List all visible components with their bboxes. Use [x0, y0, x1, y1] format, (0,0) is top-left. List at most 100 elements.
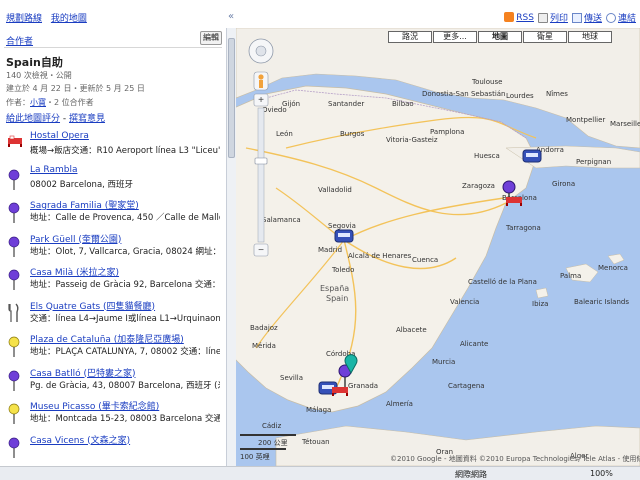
- place-description: 地址：Montcada 15-23, 08003 Barcelona 交通：lí…: [30, 414, 220, 424]
- map-marker-bed-icon[interactable]: [506, 194, 522, 209]
- map-label: Sevilla: [280, 374, 304, 382]
- place-description: 地址：Calle de Provenca, 450 ／Calle de Mall…: [30, 213, 220, 223]
- send-label: 傳送: [583, 14, 602, 24]
- scrollbar-thumb[interactable]: [228, 38, 235, 158]
- place-name-link[interactable]: Casa Vicens (文森之家): [30, 433, 130, 446]
- collapse-panel-button[interactable]: «: [228, 11, 234, 22]
- map-label: Toulouse: [472, 78, 503, 86]
- zoom-in-button[interactable]: +: [253, 93, 269, 107]
- map-tab-0[interactable]: 路況: [388, 31, 432, 43]
- svg-text:+: +: [258, 95, 264, 106]
- write-comment-link[interactable]: 撰寫意見: [69, 114, 105, 124]
- map-marker-transport-icon-icon[interactable]: [334, 228, 354, 247]
- place-list-item[interactable]: Park Güell (奎爾公園) 地址：Olot, 7, Vallcarca, …: [0, 232, 226, 264]
- map-label: Málaga: [306, 406, 332, 414]
- zoom-slider[interactable]: [254, 107, 268, 243]
- map-label: Valladolid: [318, 186, 352, 194]
- panel-divider: [4, 47, 222, 48]
- place-name-link[interactable]: Sagrada Familia (聖家堂): [30, 198, 139, 211]
- author-link[interactable]: 小寶: [30, 98, 46, 107]
- svg-text:−: −: [258, 245, 264, 256]
- place-list-item[interactable]: Casa Vicens (文森之家): [0, 433, 226, 465]
- map-marker-teal-pin-icon[interactable]: [344, 354, 358, 377]
- map-label: Badajoz: [250, 324, 278, 332]
- map-label: Ibiza: [532, 300, 549, 308]
- map-marker-transport-icon-icon[interactable]: [522, 148, 542, 167]
- map-label: Cuenca: [412, 256, 439, 264]
- place-name-link[interactable]: Hostal Opera: [30, 131, 89, 141]
- map-label: Pamplona: [430, 128, 465, 136]
- ibiza-island: [535, 287, 549, 299]
- map-label: Mérida: [252, 342, 276, 350]
- pin-yellow-icon: [8, 403, 20, 425]
- rss-link[interactable]: RSS: [504, 12, 534, 23]
- rate-separator: -: [60, 114, 69, 124]
- map-label: Madrid: [318, 246, 343, 254]
- place-list-item[interactable]: Casa Batlló (巴特婁之家) Pg. de Gràcia, 43, 08…: [0, 366, 226, 398]
- map-tab-4[interactable]: 地球: [568, 31, 612, 43]
- place-list-item[interactable]: Sagrada Familia (聖家堂) 地址：Calle de Provenc…: [0, 198, 226, 230]
- edit-button[interactable]: 編輯: [200, 31, 222, 45]
- place-list-item[interactable]: Museu Picasso (畢卡索紀念館) 地址：Montcada 15-23,…: [0, 399, 226, 431]
- created-updated: 建立於 4 月 22 日・更新於 5 月 25 日: [6, 84, 145, 93]
- map-label: Balearic Islands: [574, 298, 630, 306]
- map-tab-3[interactable]: 衛星: [523, 31, 567, 43]
- collaborators-link[interactable]: 合作者: [6, 34, 33, 47]
- map-marker-bed-icon[interactable]: [332, 384, 348, 399]
- top-right-links: RSS 列印 傳送 連結: [504, 11, 636, 24]
- rate-map-link[interactable]: 給此地圖評分: [6, 114, 60, 124]
- map-tab-2[interactable]: 地圖: [478, 31, 522, 43]
- map-label: Alicante: [460, 340, 489, 348]
- map-label: Tarragona: [506, 224, 541, 232]
- place-name-link[interactable]: Park Güell (奎爾公園): [30, 232, 121, 245]
- map-label: Toledo: [332, 266, 355, 274]
- place-list-item[interactable]: La Rambla 08002 Barcelona, 西班牙: [0, 165, 226, 197]
- map-title: Spain自助: [6, 56, 63, 69]
- map-label: Cádiz: [262, 422, 282, 430]
- map-tab-1[interactable]: 更多...: [433, 31, 477, 43]
- panel-scrollbar[interactable]: [226, 28, 236, 466]
- author-prefix: 作者：: [6, 98, 30, 107]
- map-canvas[interactable]: Gijón Oviedo Santander Bilbao Donostia-San S…: [236, 28, 640, 466]
- place-description: 地址：Olot, 7, Vallcarca, Gracia, 08024 網址：…: [30, 246, 220, 257]
- chain-link-icon: [605, 13, 616, 23]
- directions-link[interactable]: 規劃路線: [6, 14, 42, 24]
- pin-purple-icon: [8, 236, 20, 258]
- place-name-link[interactable]: Casa Milà (米拉之家): [30, 265, 119, 278]
- place-description: 交通：línea L4→Jaume I或línea L1→Urquinaona …: [30, 313, 220, 324]
- street-view-pegman-icon[interactable]: [253, 71, 269, 91]
- place-list-item[interactable]: Casa Milà (米拉之家) 地址：Passeig de Gràcia 92,…: [0, 265, 226, 297]
- browser-zoom[interactable]: 100%: [590, 469, 613, 478]
- left-panel: 合作者 編輯 Spain自助 140 次檢視・公開 建立於 4 月 22 日・更…: [0, 28, 226, 466]
- map-label: Montpellier: [566, 116, 606, 124]
- pin-purple-icon: [8, 169, 20, 191]
- place-list-item[interactable]: Hostal Opera 概場→飯店交通：R10 Aeroport línea L…: [0, 131, 226, 163]
- print-label: 列印: [549, 14, 568, 24]
- place-name-link[interactable]: Casa Batlló (巴特婁之家): [30, 366, 135, 379]
- map-label: Albacete: [396, 326, 427, 334]
- map-label: Marseille: [610, 120, 640, 128]
- zoom-out-button[interactable]: −: [253, 243, 269, 257]
- place-description: 概場→飯店交通：R10 Aeroport línea L3 "Liceu": [30, 146, 220, 156]
- place-description: Pg. de Gràcia, 43, 08007 Barcelona, 西班牙 …: [30, 380, 220, 391]
- print-link[interactable]: 列印: [537, 11, 568, 24]
- place-list-item[interactable]: Plaza de Cataluña (加泰隆尼亞廣場) 地址：PLAÇA CATA…: [0, 332, 226, 364]
- place-name-link[interactable]: Plaza de Cataluña (加泰隆尼亞廣場): [30, 332, 184, 345]
- send-link[interactable]: 傳送: [571, 11, 602, 24]
- link-link[interactable]: 連結: [605, 11, 636, 24]
- place-name-link[interactable]: Museu Picasso (畢卡索紀念館): [30, 399, 159, 412]
- my-maps-link[interactable]: 我的地圖: [51, 14, 87, 24]
- place-description: 08002 Barcelona, 西班牙: [30, 179, 134, 190]
- pan-control[interactable]: [248, 38, 274, 64]
- place-name-link[interactable]: Els Quatre Gats (四隻貓餐廳): [30, 299, 155, 312]
- map-attribution: ©2010 Google - 地圖資料 ©2010 Europa Technol…: [390, 455, 640, 463]
- rss-icon: [504, 12, 515, 22]
- link-label: 連結: [617, 14, 636, 24]
- map-label: España: [320, 284, 350, 293]
- place-name-link[interactable]: La Rambla: [30, 165, 77, 175]
- map-label: Vitoria-Gasteiz: [386, 136, 438, 144]
- map-label: Almería: [386, 400, 413, 408]
- map-label: Alcalá de Henares: [348, 252, 412, 260]
- place-list-item[interactable]: Els Quatre Gats (四隻貓餐廳) 交通：línea L4→Jaume…: [0, 299, 226, 331]
- view-count: 140 次檢視・公開: [6, 71, 72, 80]
